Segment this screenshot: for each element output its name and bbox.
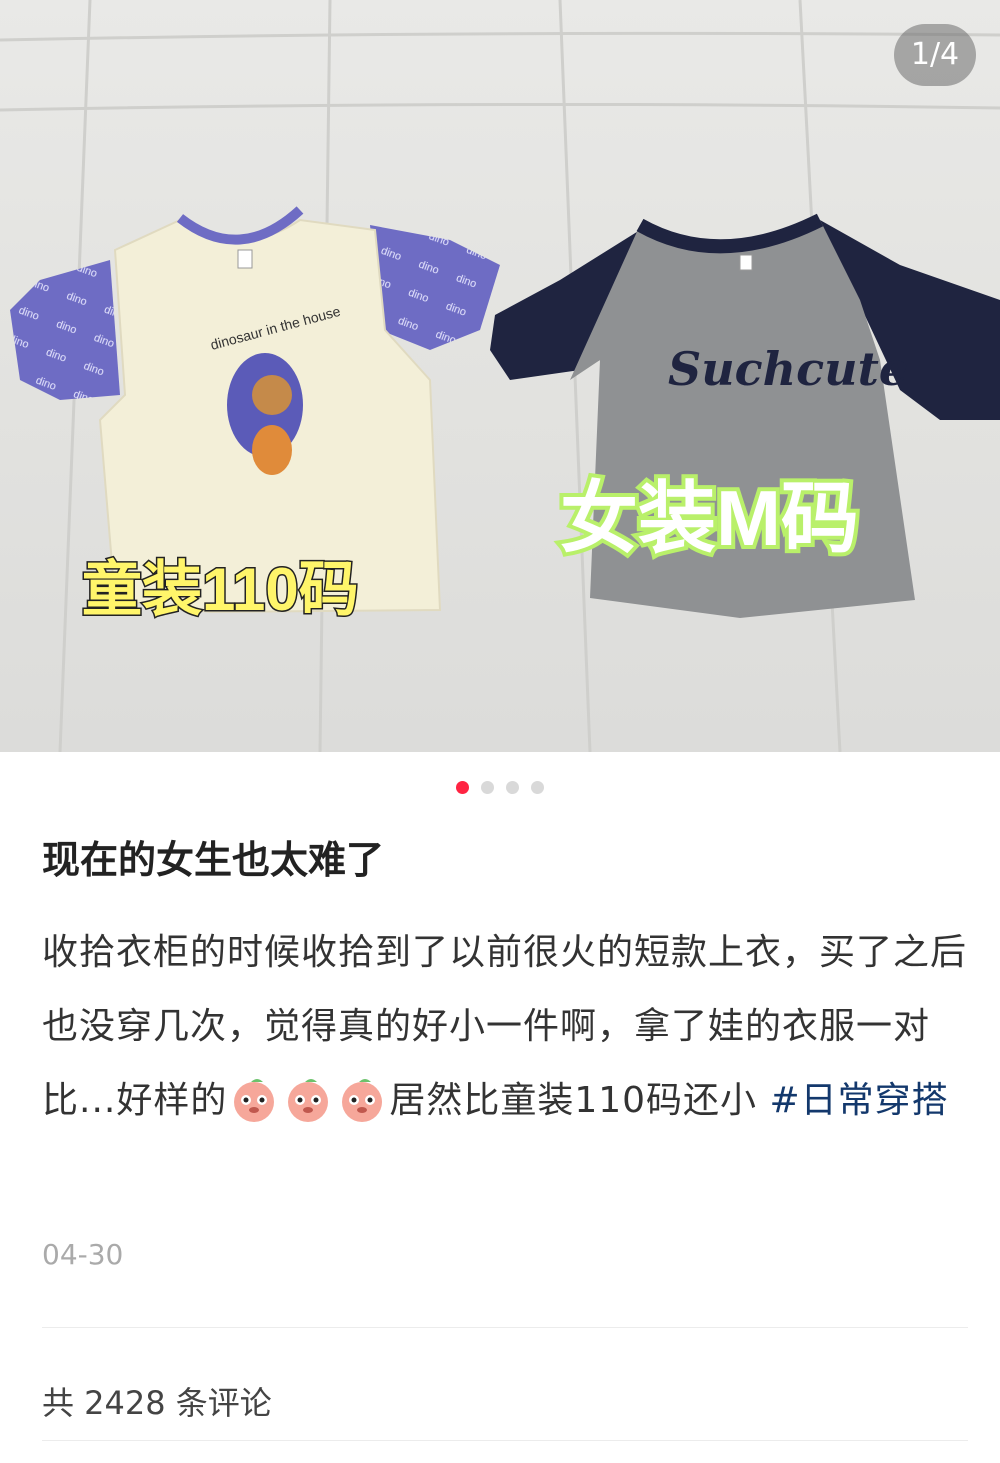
carousel-indicator [0,781,1000,795]
divider [42,1440,968,1441]
post-body-text-end: 居然比童装110码还小 [389,1080,758,1121]
peach-face-icon [234,1079,275,1122]
post-photo: dino dinosaur in the house [0,0,1000,752]
carousel-dot[interactable] [531,781,544,794]
post-body: 收拾衣柜的时候收拾到了以前很火的短款上衣，买了之后也没穿几次，觉得真的好小一件啊… [42,916,972,1138]
image-counter: 1/4 [894,24,976,86]
peach-face-icon [342,1079,383,1122]
divider [42,1327,968,1328]
carousel-dot[interactable] [481,781,494,794]
peach-face-icon [288,1079,329,1122]
kids-shirt: dinosaur in the house [10,206,500,614]
carousel-dot[interactable] [456,781,469,794]
carousel-dot[interactable] [506,781,519,794]
comment-count[interactable]: 共 2428 条评论 [42,1378,272,1424]
hashtag-link[interactable]: #日常穿搭 [770,1080,949,1121]
post-image-carousel[interactable]: dino dinosaur in the house [0,0,1000,752]
womens-shirt-print: Suchcute [668,342,908,396]
post-date: 04-30 [42,1238,124,1271]
post-title: 现在的女生也太难了 [42,838,385,882]
caption-kids-size: 童装110码 [82,556,359,623]
caption-womens-size: 女装M码 [560,474,859,562]
